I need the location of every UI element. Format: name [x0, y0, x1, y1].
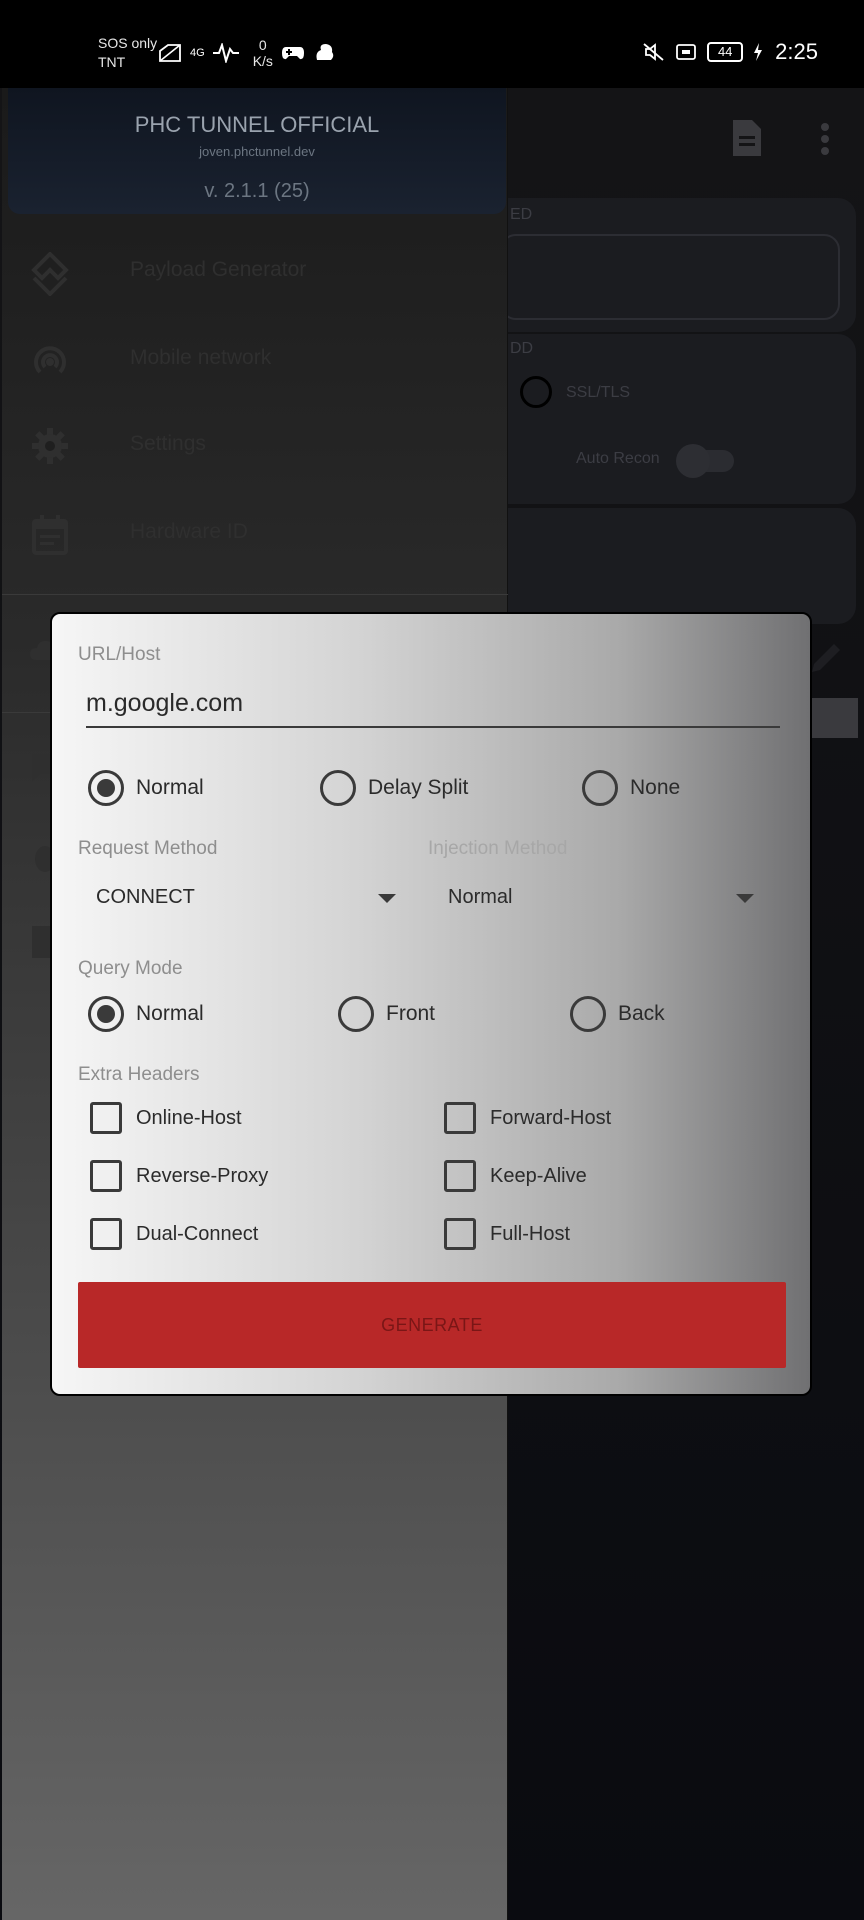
radio-circle — [570, 996, 606, 1032]
mute-icon — [643, 43, 664, 61]
drawer-item-label: Settings — [130, 432, 206, 455]
radio-circle — [338, 996, 374, 1032]
background-switch — [676, 444, 734, 478]
background-switch-label: Auto Recon — [576, 450, 660, 467]
status-bar: SOS only TNT 4G 0 K/s 44 2:25 — [0, 0, 864, 88]
radio-query-back[interactable]: Back — [570, 994, 665, 1034]
radio-circle — [88, 996, 124, 1032]
drawer-item-settings[interactable]: Settings — [2, 408, 508, 488]
carrier-line-2: TNT — [98, 54, 126, 70]
background-card-server: ED — [480, 198, 856, 332]
carrier-line-1: SOS only — [98, 35, 158, 51]
dropdown-arrow-icon — [736, 894, 754, 903]
no-sim-icon — [159, 44, 181, 62]
checkbox-label: Keep-Alive — [490, 1164, 587, 1187]
squirrel-app-icon — [316, 44, 334, 60]
radio-query-normal[interactable]: Normal — [88, 994, 204, 1034]
dropdown-arrow-icon — [378, 894, 396, 903]
background-input-box — [500, 234, 840, 320]
activity-icon — [212, 43, 239, 63]
background-card-label: DD — [510, 340, 534, 357]
background-card-mode: DD SSL/TLS Auto Recon — [480, 334, 856, 504]
checkbox-box — [90, 1102, 122, 1134]
radio-split-normal[interactable]: Normal — [88, 768, 204, 808]
background-card-label: ED — [510, 206, 533, 223]
generate-button[interactable]: GENERATE — [78, 1282, 786, 1368]
drawer-item-label: Payload Generator — [130, 258, 307, 281]
injection-method-value: Normal — [448, 886, 513, 908]
app-title: PHC TUNNEL OFFICIAL — [134, 112, 380, 137]
payload-icon — [31, 252, 69, 296]
checkbox-full-host[interactable]: Full-Host — [444, 1216, 570, 1252]
log-file-icon[interactable] — [730, 118, 764, 158]
edit-icon — [812, 644, 840, 672]
drawer-item-label: Mobile network — [130, 346, 272, 369]
more-options-icon[interactable] — [818, 122, 832, 156]
drawer-item-hardware-id[interactable]: Hardware ID — [2, 496, 508, 576]
checkbox-online-host[interactable]: Online-Host — [90, 1100, 242, 1136]
checkbox-dual-connect[interactable]: Dual-Connect — [90, 1216, 258, 1252]
checkbox-box — [444, 1160, 476, 1192]
gamepad-icon — [281, 47, 304, 60]
app-version: v. 2.1.1 (25) — [204, 180, 310, 202]
extra-headers-label: Extra Headers — [78, 1064, 200, 1085]
radio-label: Normal — [136, 1002, 204, 1025]
signal-icon — [34, 346, 66, 374]
speed-unit: K/s — [252, 53, 273, 69]
query-mode-label: Query Mode — [78, 958, 183, 979]
background-radio — [520, 376, 552, 408]
checkbox-reverse-proxy[interactable]: Reverse-Proxy — [90, 1158, 268, 1194]
checkbox-box — [444, 1218, 476, 1250]
radio-circle — [88, 770, 124, 806]
radio-label: Delay Split — [368, 776, 469, 799]
gear-icon — [32, 428, 68, 464]
drawer-item-payload-generator[interactable]: Payload Generator — [2, 234, 508, 314]
app-website: joven.phctunnel.dev — [199, 144, 315, 159]
drawer-header: PHC TUNNEL OFFICIAL joven.phctunnel.dev … — [8, 88, 506, 214]
nfc-icon — [676, 44, 697, 60]
carrier-info: SOS only TNT — [98, 34, 157, 72]
drawer-item-mobile-network[interactable]: Mobile network — [2, 322, 508, 402]
injection-method-label: Injection Method — [428, 838, 568, 859]
request-method-label: Request Method — [78, 838, 218, 859]
drawer-item-label: Hardware ID — [130, 520, 248, 543]
battery-indicator: 44 — [707, 42, 744, 62]
checkbox-label: Full-Host — [490, 1222, 571, 1245]
injection-method-dropdown[interactable]: Normal — [448, 878, 754, 918]
radio-circle — [320, 770, 356, 806]
checkbox-label: Online-Host — [136, 1106, 242, 1129]
request-method-dropdown[interactable]: CONNECT — [96, 878, 396, 918]
radio-label: Normal — [136, 776, 204, 799]
drawer-divider — [2, 594, 508, 595]
radio-circle — [582, 770, 618, 806]
payload-generator-dialog: URL/Host Normal Delay Split None Request… — [50, 612, 812, 1396]
status-icons-right: 44 2:25 — [643, 36, 818, 68]
checkbox-label: Forward-Host — [490, 1106, 612, 1129]
network-type-label: 4G — [190, 47, 205, 59]
speed-value: 0 — [258, 37, 267, 53]
url-host-label: URL/Host — [78, 644, 161, 665]
checkbox-box — [444, 1102, 476, 1134]
radio-label: None — [630, 776, 681, 799]
url-host-input[interactable] — [86, 686, 780, 728]
clock: 2:25 — [775, 39, 818, 64]
checkbox-label: Reverse-Proxy — [136, 1164, 269, 1187]
checkbox-label: Dual-Connect — [136, 1222, 259, 1245]
checkbox-box — [90, 1218, 122, 1250]
status-icons-left: 4G 0 K/s — [158, 37, 335, 69]
background-card — [480, 508, 856, 624]
calendar-icon — [32, 515, 68, 555]
radio-label: Front — [386, 1002, 436, 1025]
radio-split-delay[interactable]: Delay Split — [320, 768, 468, 808]
radio-split-none[interactable]: None — [582, 768, 680, 808]
network-speed: 0 K/s — [253, 37, 273, 69]
checkbox-box — [90, 1160, 122, 1192]
charging-icon — [754, 43, 763, 61]
checkbox-keep-alive[interactable]: Keep-Alive — [444, 1158, 587, 1194]
radio-label: Back — [618, 1002, 665, 1025]
background-radio-label: SSL/TLS — [566, 384, 631, 401]
radio-query-front[interactable]: Front — [338, 994, 435, 1034]
request-method-value: CONNECT — [96, 886, 195, 908]
checkbox-forward-host[interactable]: Forward-Host — [444, 1100, 611, 1136]
